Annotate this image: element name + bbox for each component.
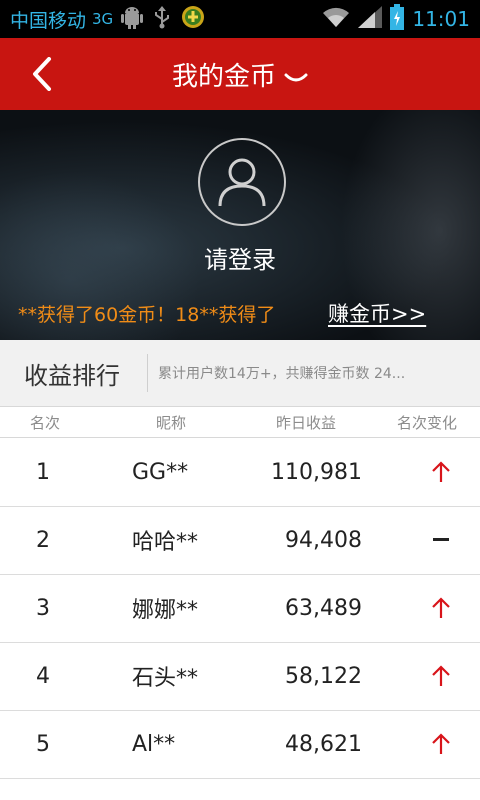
row-rank: 3 (36, 595, 50, 621)
rank-same-dash-icon (424, 506, 458, 574)
table-row: 3 娜娜** 63,489 (0, 574, 480, 643)
row-nickname: 娜娜** (132, 598, 199, 623)
table-column-headers: 名次 昵称 昨日收益 名次变化 (0, 407, 480, 438)
status-bar: 中国移动 3G 11:01 (0, 0, 480, 38)
row-nickname: GG** (132, 459, 189, 485)
row-rank: 1 (36, 459, 50, 485)
row-income: 58,122 (285, 663, 362, 689)
login-link[interactable]: 请登录 (0, 240, 480, 275)
column-header-rank-change: 名次变化 (397, 414, 458, 432)
row-rank: 4 (36, 663, 50, 689)
carrier-name: 中国移动 (10, 9, 87, 32)
battery-charging-icon (390, 4, 405, 34)
wifi-icon (322, 6, 350, 32)
rank-up-arrow-icon (424, 642, 458, 710)
title-bar: 我的金币 (0, 38, 480, 110)
table-row: 1 GG** 110,981 (0, 438, 480, 507)
row-nickname: Al** (132, 731, 176, 757)
ranking-summary: 累计用户数14万+，共赚得金币数 24... (158, 366, 406, 382)
title-dropdown[interactable]: 我的金币 (0, 38, 480, 110)
user-avatar-icon (218, 158, 266, 207)
row-nickname: 哈哈** (132, 530, 199, 555)
row-income: 110,981 (271, 459, 362, 485)
row-rank: 5 (36, 731, 50, 757)
ranking-title: 收益排行 (24, 361, 120, 390)
android-debug-icon (121, 5, 144, 33)
rank-up-arrow-icon (424, 710, 458, 778)
earnings-ticker: **获得了60金币！18**获得了 (18, 304, 276, 326)
ranking-header: 收益排行 累计用户数14万+，共赚得金币数 24... (0, 340, 480, 407)
row-nickname: 石头** (132, 666, 199, 691)
row-rank: 2 (36, 527, 50, 553)
earn-coins-link[interactable]: 赚金币>> (328, 298, 426, 328)
row-income: 94,408 (285, 527, 362, 553)
signal-icon (358, 6, 383, 32)
chevron-down-icon (284, 73, 308, 82)
clock: 11:01 (412, 7, 470, 31)
page-title: 我的金币 (171, 61, 276, 92)
column-header-nickname: 昵称 (156, 414, 187, 432)
user-hero-banner: 请登录 **获得了60金币！18**获得了 赚金币>> (0, 110, 480, 340)
download-icon (181, 5, 205, 33)
usb-icon (153, 5, 171, 33)
column-header-rank: 名次 (30, 414, 61, 432)
network-type: 3G (92, 10, 114, 28)
column-header-income: 昨日收益 (276, 414, 337, 432)
rank-up-arrow-icon (424, 438, 458, 506)
divider (147, 354, 148, 392)
table-row: 5 Al** 48,621 (0, 710, 480, 779)
user-avatar[interactable] (198, 138, 286, 226)
row-income: 63,489 (285, 595, 362, 621)
table-row: 4 石头** 58,122 (0, 642, 480, 711)
table-row: 2 哈哈** 94,408 (0, 506, 480, 575)
rank-up-arrow-icon (424, 574, 458, 642)
row-income: 48,621 (285, 731, 362, 757)
